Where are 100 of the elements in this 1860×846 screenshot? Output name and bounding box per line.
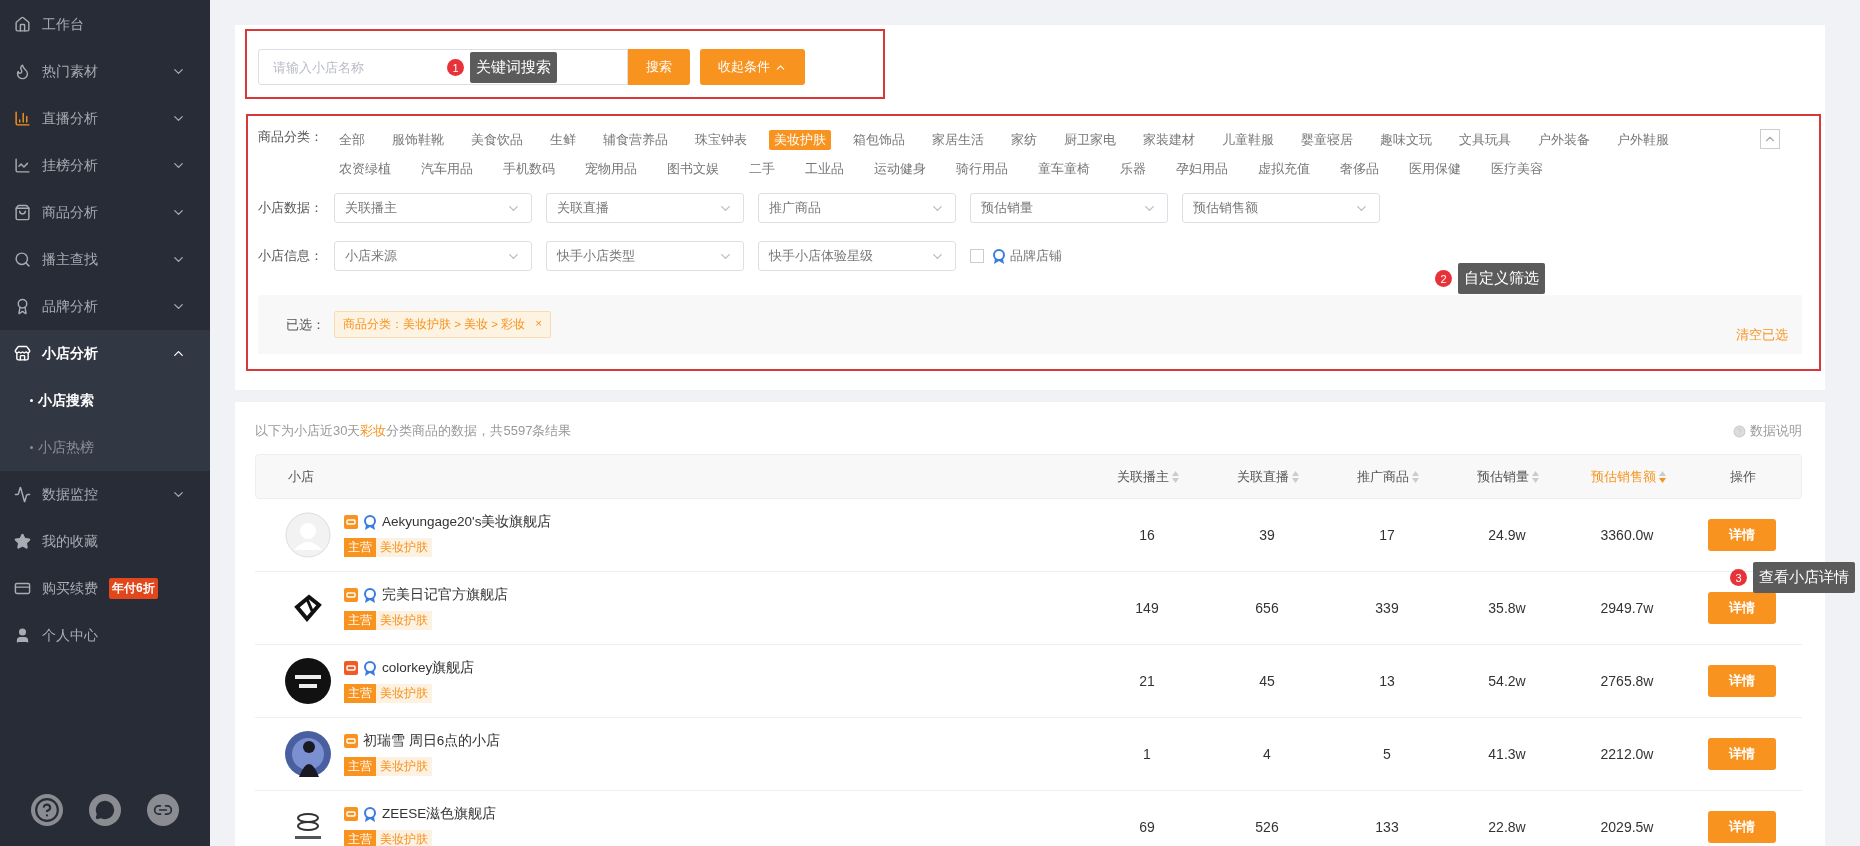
- sort-icon[interactable]: [1532, 470, 1539, 483]
- checkbox[interactable]: [970, 249, 984, 263]
- category-option[interactable]: 全部: [334, 129, 370, 150]
- sidebar-item[interactable]: 品牌分析: [0, 283, 210, 330]
- category-option[interactable]: 儿童鞋服: [1217, 129, 1279, 150]
- category-option[interactable]: 家纺: [1006, 129, 1042, 150]
- table-cell-text: 2949.7w: [1599, 600, 1655, 616]
- category-option[interactable]: 乐器: [1115, 158, 1151, 179]
- chat-icon[interactable]: [89, 794, 121, 826]
- category-option[interactable]: 二手: [744, 158, 780, 179]
- filter-dropdown[interactable]: 关联播主: [334, 193, 532, 223]
- sidebar-label: 个人中心: [42, 626, 98, 645]
- category-option[interactable]: 医疗美容: [1486, 158, 1548, 179]
- category-option[interactable]: 箱包饰品: [848, 129, 910, 150]
- sidebar-item[interactable]: 热门素材: [0, 48, 210, 95]
- help-icon: [1733, 424, 1746, 438]
- home-icon: [14, 16, 31, 33]
- category-option[interactable]: 户外装备: [1533, 129, 1595, 150]
- link-icon[interactable]: [147, 794, 179, 826]
- data-help-link[interactable]: 数据说明: [1733, 422, 1802, 440]
- main-tag: 主营: [344, 830, 376, 846]
- table-cell-text: 16: [1138, 527, 1156, 543]
- filter-label: 小店信息：: [258, 247, 324, 265]
- category-option[interactable]: 汽车用品: [416, 158, 478, 179]
- shop-name[interactable]: 完美日记官方旗舰店: [382, 586, 508, 604]
- sort-icon[interactable]: [1412, 470, 1419, 483]
- category-option[interactable]: 图书文娱: [662, 158, 724, 179]
- shop-name[interactable]: colorkey旗舰店: [382, 659, 475, 677]
- column-header: 操作: [1729, 467, 1757, 486]
- sidebar-item[interactable]: 我的收藏: [0, 518, 210, 565]
- table-cell-text: 13: [1378, 673, 1396, 689]
- category-option[interactable]: 文具玩具: [1454, 129, 1516, 150]
- category-option[interactable]: 户外鞋服: [1612, 129, 1674, 150]
- sidebar-item[interactable]: 购买续费 年付6折: [0, 565, 210, 612]
- sidebar-item[interactable]: 个人中心: [0, 612, 210, 659]
- category-option[interactable]: 家居生活: [927, 129, 989, 150]
- category-option[interactable]: 农资绿植: [334, 158, 396, 179]
- column-header[interactable]: 关联直播: [1208, 467, 1328, 486]
- filter-dropdown[interactable]: 推广商品: [758, 193, 956, 223]
- sidebar-item[interactable]: 数据监控: [0, 471, 210, 518]
- bullet-icon: [30, 446, 33, 449]
- filter-dropdown[interactable]: 快手小店类型: [546, 241, 744, 271]
- category-option[interactable]: 厨卫家电: [1059, 129, 1121, 150]
- filter-dropdown[interactable]: 快手小店体验星级: [758, 241, 956, 271]
- category-option[interactable]: 美食饮品: [466, 129, 528, 150]
- column-header[interactable]: 推广商品: [1328, 467, 1448, 486]
- shop-name[interactable]: ZEESE滋色旗舰店: [382, 805, 497, 823]
- bag-icon: [14, 204, 31, 221]
- sidebar-item[interactable]: 小店分析: [0, 330, 210, 377]
- sort-icon[interactable]: [1172, 470, 1179, 483]
- table-cell-text: 69: [1138, 819, 1156, 835]
- category-option[interactable]: 孕妇用品: [1171, 158, 1233, 179]
- sidebar-label: 直播分析: [42, 109, 98, 128]
- sort-icon[interactable]: [1292, 470, 1299, 483]
- sidebar-subitem[interactable]: 小店热榜: [0, 424, 210, 471]
- sidebar-subitem[interactable]: 小店搜索: [0, 377, 210, 424]
- sidebar-item[interactable]: 播主查找: [0, 236, 210, 283]
- category-tag: 美妆护肤: [376, 757, 432, 776]
- filter-dropdown[interactable]: 预估销售额: [1182, 193, 1380, 223]
- category-option[interactable]: 辅食营养品: [598, 129, 673, 150]
- shop-name[interactable]: Aekyungage20's美妆旗舰店: [382, 513, 552, 531]
- table-cell-text: 2029.5w: [1599, 819, 1655, 835]
- category-option[interactable]: 童车童椅: [1033, 158, 1095, 179]
- category-option[interactable]: 工业品: [800, 158, 849, 179]
- filter-dropdown[interactable]: 预估销量: [970, 193, 1168, 223]
- tooltip: 查看小店详情: [1753, 562, 1855, 593]
- category-option[interactable]: 虚拟充值: [1253, 158, 1315, 179]
- category-option[interactable]: 生鲜: [545, 129, 581, 150]
- category-option[interactable]: 趣味文玩: [1375, 129, 1437, 150]
- tooltip: 关键词搜索: [470, 52, 557, 83]
- sidebar-label: 热门素材: [42, 62, 98, 81]
- category-option[interactable]: 家装建材: [1138, 129, 1200, 150]
- sidebar-item[interactable]: 商品分析: [0, 189, 210, 236]
- bullet-icon: [30, 399, 33, 402]
- category-option[interactable]: 奢侈品: [1335, 158, 1384, 179]
- category-option[interactable]: 运动健身: [869, 158, 931, 179]
- user-icon: [14, 627, 31, 644]
- filter-dropdown[interactable]: 小店来源: [334, 241, 532, 271]
- ribbon-icon: [992, 248, 1006, 264]
- monitor-icon: [14, 486, 31, 503]
- column-header[interactable]: 关联播主: [1088, 467, 1208, 486]
- shop-name[interactable]: 初瑞雪 周日6点的小店: [363, 732, 501, 750]
- sidebar-item[interactable]: 工作台: [0, 1, 210, 48]
- bar-chart-icon: [14, 110, 31, 127]
- sidebar-item[interactable]: 挂榜分析: [0, 142, 210, 189]
- filter-dropdown[interactable]: 关联直播: [546, 193, 744, 223]
- category-option[interactable]: 医用保健: [1404, 158, 1466, 179]
- sidebar-item[interactable]: 直播分析: [0, 95, 210, 142]
- category-option[interactable]: 珠宝钟表: [690, 129, 752, 150]
- category-option[interactable]: 手机数码: [498, 158, 560, 179]
- category-option[interactable]: 服饰鞋靴: [387, 129, 449, 150]
- category-option[interactable]: 骑行用品: [951, 158, 1013, 179]
- column-header[interactable]: 预估销量: [1448, 467, 1568, 486]
- table-cell-text: 45: [1258, 673, 1276, 689]
- sort-icon[interactable]: [1658, 470, 1666, 483]
- category-tag: 美妆护肤: [376, 684, 432, 703]
- category-option[interactable]: 宠物用品: [580, 158, 642, 179]
- collapse-toggle[interactable]: [1760, 129, 1780, 149]
- help-icon[interactable]: [31, 794, 63, 826]
- category-option[interactable]: 婴童寝居: [1296, 129, 1358, 150]
